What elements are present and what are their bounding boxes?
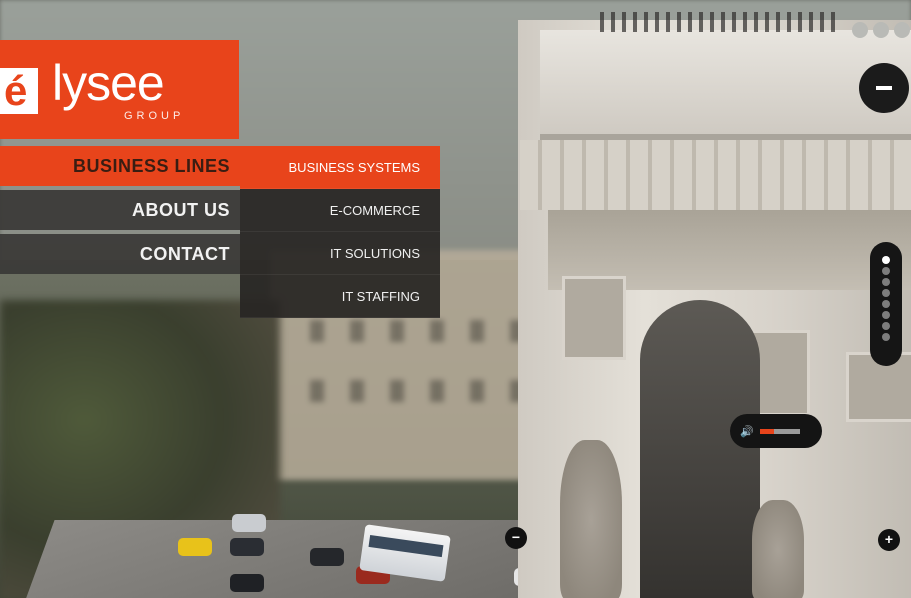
slide-dot[interactable] — [882, 256, 890, 264]
indicator-dot[interactable] — [852, 22, 868, 38]
volume-level — [759, 428, 774, 434]
slide-dot[interactable] — [882, 278, 890, 286]
logo-name: lysee — [52, 55, 165, 111]
slide-dot[interactable] — [882, 300, 890, 308]
logo[interactable]: é lysee GROUP — [0, 40, 239, 139]
indicator-dot[interactable] — [894, 22, 910, 38]
slide-pagination — [870, 242, 902, 366]
indicator-dot[interactable] — [873, 22, 889, 38]
slide-dot[interactable] — [882, 289, 890, 297]
logo-mark: é — [0, 68, 38, 114]
nav-item-about-us[interactable]: ABOUT US — [0, 190, 240, 230]
logo-tagline: GROUP — [124, 110, 185, 122]
slide-dot[interactable] — [882, 322, 890, 330]
submenu-item-e-commerce[interactable]: E-COMMERCE — [240, 189, 440, 232]
zoom-out-button[interactable]: − — [505, 527, 527, 549]
collapse-button[interactable] — [859, 63, 909, 113]
speaker-icon: 🔊 — [740, 424, 754, 438]
submenu-item-it-staffing[interactable]: IT STAFFING — [240, 275, 440, 318]
nav-item-contact[interactable]: CONTACT — [0, 234, 240, 274]
slide-dot[interactable] — [882, 311, 890, 319]
submenu-item-business-systems[interactable]: BUSINESS SYSTEMS — [240, 146, 440, 189]
volume-control[interactable]: 🔊 — [730, 414, 822, 448]
top-indicator-dots — [852, 22, 910, 38]
submenu-item-it-solutions[interactable]: IT SOLUTIONS — [240, 232, 440, 275]
slide-dot[interactable] — [882, 333, 890, 341]
business-lines-submenu: BUSINESS SYSTEMS E-COMMERCE IT SOLUTIONS… — [240, 146, 440, 318]
slide-dot[interactable] — [882, 267, 890, 275]
nav-item-business-lines[interactable]: BUSINESS LINES — [0, 146, 240, 186]
main-nav: BUSINESS LINES ABOUT US CONTACT — [0, 146, 240, 278]
zoom-in-button[interactable]: + — [878, 529, 900, 551]
volume-slider[interactable] — [759, 428, 800, 434]
